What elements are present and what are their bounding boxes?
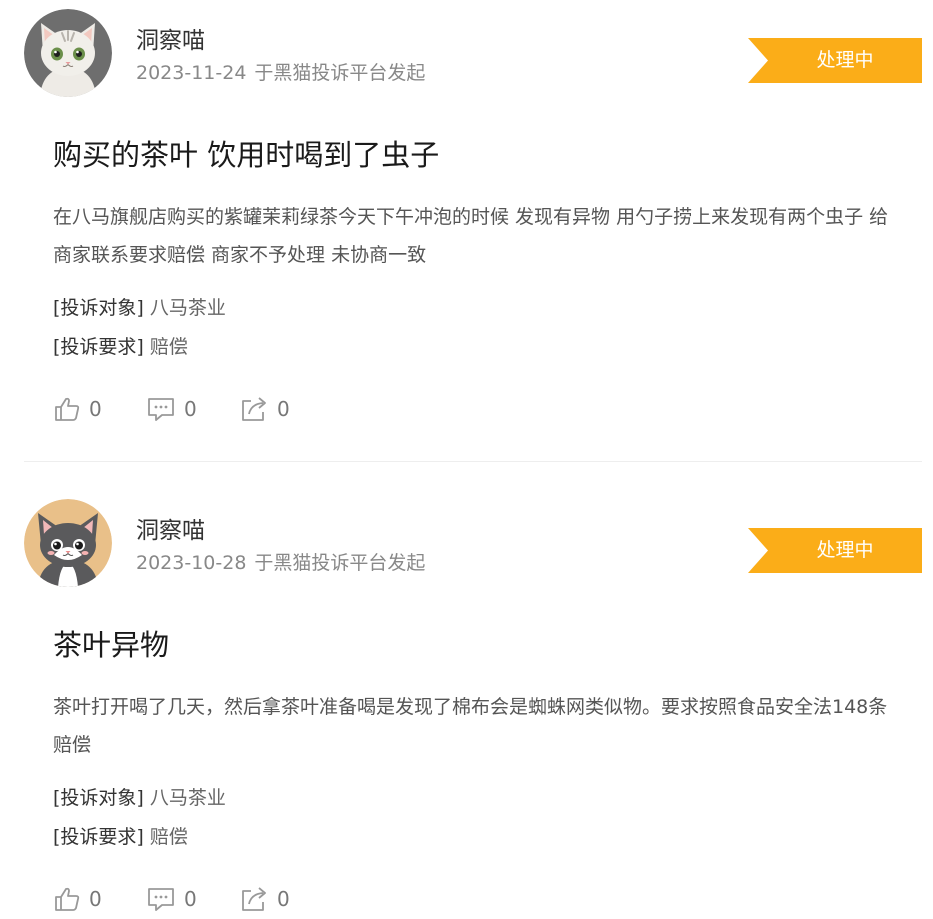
like-count: 0 [89, 887, 102, 911]
status-badge: 处理中 [748, 528, 922, 573]
white-cat-avatar-icon [24, 9, 112, 97]
post-title[interactable]: 购买的茶叶 饮用时喝到了虫子 [53, 134, 913, 176]
status-badge: 处理中 [748, 38, 922, 83]
complaint-demand: [投诉要求] 赔偿 [53, 823, 188, 851]
comment-icon [148, 398, 174, 421]
comment-count: 0 [184, 397, 197, 421]
share-count: 0 [277, 887, 290, 911]
comment-icon [148, 888, 174, 911]
post-source: 于黑猫投诉平台发起 [254, 552, 426, 574]
gray-cat-avatar-icon [24, 499, 112, 587]
user-avatar[interactable] [24, 9, 112, 97]
share-icon [242, 887, 266, 911]
complaint-target: [投诉对象] 八马茶业 [53, 294, 226, 322]
post-meta: 2023-10-28 于黑猫投诉平台发起 [136, 550, 425, 576]
complaint-feed: 洞察喵 2023-11-24 于黑猫投诉平台发起 处理中 购买的茶叶 饮用时喝到了… [0, 0, 933, 919]
comment-button[interactable]: 0 [146, 394, 197, 424]
complaint-demand-label: [投诉要求] [53, 826, 144, 848]
complaint-card[interactable]: 洞察喵 2023-11-24 于黑猫投诉平台发起 处理中 购买的茶叶 饮用时喝到了… [0, 0, 933, 462]
complaint-target-value[interactable]: 八马茶业 [150, 297, 226, 319]
post-date: 2023-11-24 [136, 62, 247, 84]
share-icon [242, 397, 266, 421]
user-name[interactable]: 洞察喵 [136, 26, 205, 56]
post-body[interactable]: 在八马旗舰店购买的紫罐茉莉绿茶今天下午冲泡的时候 发现有异物 用勺子捞上来发现有… [53, 198, 901, 274]
complaint-card[interactable]: 洞察喵 2023-10-28 于黑猫投诉平台发起 处理中 茶叶异物 茶叶打开喝了几… [0, 490, 933, 919]
user-name[interactable]: 洞察喵 [136, 516, 205, 546]
complaint-target: [投诉对象] 八马茶业 [53, 784, 226, 812]
post-source: 于黑猫投诉平台发起 [254, 62, 426, 84]
like-button[interactable]: 0 [53, 394, 102, 424]
complaint-demand-value: 赔偿 [149, 826, 188, 848]
complaint-demand: [投诉要求] 赔偿 [53, 333, 188, 361]
like-button[interactable]: 0 [53, 884, 102, 914]
share-count: 0 [277, 397, 290, 421]
user-avatar[interactable] [24, 499, 112, 587]
post-divider [24, 461, 922, 462]
thumbs-up-icon [55, 397, 80, 421]
thumbs-up-icon [55, 887, 80, 911]
post-title[interactable]: 茶叶异物 [53, 624, 913, 666]
post-date: 2023-10-28 [136, 552, 247, 574]
comment-button[interactable]: 0 [146, 884, 197, 914]
complaint-target-label: [投诉对象] [53, 787, 144, 809]
complaint-demand-label: [投诉要求] [53, 336, 144, 358]
like-count: 0 [89, 397, 102, 421]
share-button[interactable]: 0 [239, 394, 290, 424]
post-meta: 2023-11-24 于黑猫投诉平台发起 [136, 60, 425, 86]
share-button[interactable]: 0 [239, 884, 290, 914]
complaint-target-value[interactable]: 八马茶业 [150, 787, 226, 809]
complaint-target-label: [投诉对象] [53, 297, 144, 319]
comment-count: 0 [184, 887, 197, 911]
post-body[interactable]: 茶叶打开喝了几天，然后拿茶叶准备喝是发现了棉布会是蜘蛛网类似物。要求按照食品安全… [53, 688, 901, 764]
complaint-demand-value: 赔偿 [149, 336, 188, 358]
